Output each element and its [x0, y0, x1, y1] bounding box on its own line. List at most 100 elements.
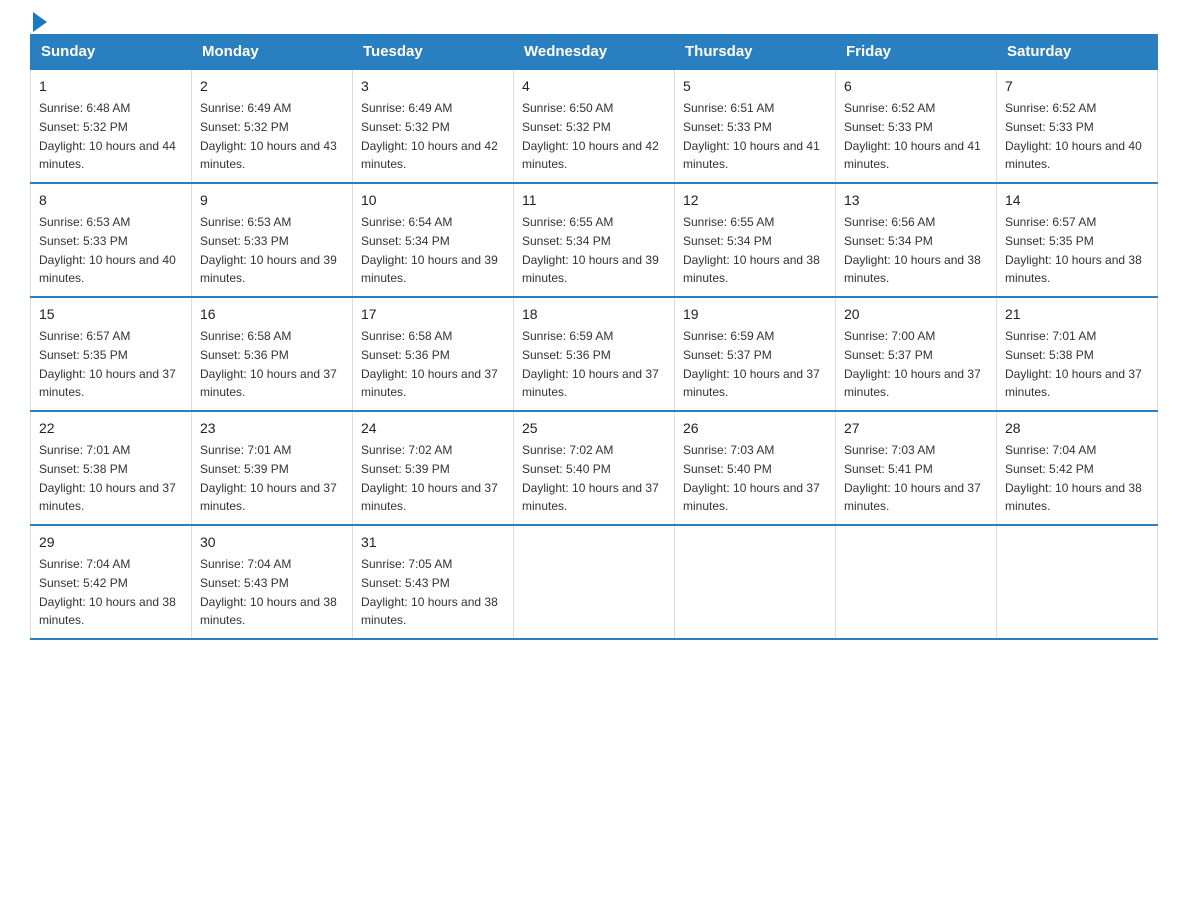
calendar-cell: 29Sunrise: 7:04 AMSunset: 5:42 PMDayligh…: [31, 525, 192, 639]
calendar-cell: 1 Sunrise: 6:48 AMSunset: 5:32 PMDaylight…: [31, 69, 192, 183]
day-header-wednesday: Wednesday: [514, 35, 675, 70]
day-number: 24: [361, 418, 505, 439]
day-info: Sunrise: 7:04 AMSunset: 5:42 PMDaylight:…: [1005, 443, 1142, 513]
calendar-cell: [514, 525, 675, 639]
day-number: 25: [522, 418, 666, 439]
calendar-cell: 7 Sunrise: 6:52 AMSunset: 5:33 PMDaylight…: [997, 69, 1158, 183]
calendar-cell: 2 Sunrise: 6:49 AMSunset: 5:32 PMDaylight…: [192, 69, 353, 183]
calendar-cell: 12 Sunrise: 6:55 AMSunset: 5:34 PMDayligh…: [675, 183, 836, 297]
day-header-thursday: Thursday: [675, 35, 836, 70]
day-number: 12: [683, 190, 827, 211]
calendar-cell: 4 Sunrise: 6:50 AMSunset: 5:32 PMDaylight…: [514, 69, 675, 183]
day-number: 28: [1005, 418, 1149, 439]
day-number: 26: [683, 418, 827, 439]
calendar-cell: 28 Sunrise: 7:04 AMSunset: 5:42 PMDayligh…: [997, 411, 1158, 525]
calendar-cell: 19 Sunrise: 6:59 AMSunset: 5:37 PMDayligh…: [675, 297, 836, 411]
calendar-cell: 30 Sunrise: 7:04 AMSunset: 5:43 PMDayligh…: [192, 525, 353, 639]
calendar-cell: 13 Sunrise: 6:56 AMSunset: 5:34 PMDayligh…: [836, 183, 997, 297]
day-info: Sunrise: 7:01 AMSunset: 5:39 PMDaylight:…: [200, 443, 337, 513]
day-info: Sunrise: 6:49 AMSunset: 5:32 PMDaylight:…: [361, 101, 498, 171]
calendar-cell: [836, 525, 997, 639]
day-number: 4: [522, 76, 666, 97]
day-number: 5: [683, 76, 827, 97]
day-number: 20: [844, 304, 988, 325]
day-number: 18: [522, 304, 666, 325]
calendar-cell: 23 Sunrise: 7:01 AMSunset: 5:39 PMDayligh…: [192, 411, 353, 525]
day-info: Sunrise: 6:55 AMSunset: 5:34 PMDaylight:…: [522, 215, 659, 285]
day-number: 9: [200, 190, 344, 211]
day-header-tuesday: Tuesday: [353, 35, 514, 70]
day-info: Sunrise: 7:04 AMSunset: 5:43 PMDaylight:…: [200, 557, 337, 627]
day-number: 11: [522, 190, 666, 211]
day-info: Sunrise: 7:02 AMSunset: 5:40 PMDaylight:…: [522, 443, 659, 513]
calendar-cell: [997, 525, 1158, 639]
day-info: Sunrise: 6:48 AMSunset: 5:32 PMDaylight:…: [39, 101, 176, 171]
day-number: 22: [39, 418, 183, 439]
day-info: Sunrise: 7:00 AMSunset: 5:37 PMDaylight:…: [844, 329, 981, 399]
day-info: Sunrise: 7:04 AMSunset: 5:42 PMDaylight:…: [39, 557, 176, 627]
page-header: [30, 20, 1158, 24]
calendar-cell: 26Sunrise: 7:03 AMSunset: 5:40 PMDayligh…: [675, 411, 836, 525]
calendar-cell: 27Sunrise: 7:03 AMSunset: 5:41 PMDayligh…: [836, 411, 997, 525]
calendar-cell: 10Sunrise: 6:54 AMSunset: 5:34 PMDayligh…: [353, 183, 514, 297]
calendar-cell: 21 Sunrise: 7:01 AMSunset: 5:38 PMDayligh…: [997, 297, 1158, 411]
day-number: 1: [39, 76, 183, 97]
day-info: Sunrise: 6:55 AMSunset: 5:34 PMDaylight:…: [683, 215, 820, 285]
day-number: 31: [361, 532, 505, 553]
calendar-cell: 6Sunrise: 6:52 AMSunset: 5:33 PMDaylight…: [836, 69, 997, 183]
calendar-cell: 11 Sunrise: 6:55 AMSunset: 5:34 PMDayligh…: [514, 183, 675, 297]
day-info: Sunrise: 6:57 AMSunset: 5:35 PMDaylight:…: [1005, 215, 1142, 285]
day-info: Sunrise: 6:54 AMSunset: 5:34 PMDaylight:…: [361, 215, 498, 285]
day-info: Sunrise: 7:03 AMSunset: 5:41 PMDaylight:…: [844, 443, 981, 513]
calendar-cell: 22 Sunrise: 7:01 AMSunset: 5:38 PMDayligh…: [31, 411, 192, 525]
calendar-cell: 16Sunrise: 6:58 AMSunset: 5:36 PMDayligh…: [192, 297, 353, 411]
calendar-cell: 14 Sunrise: 6:57 AMSunset: 5:35 PMDayligh…: [997, 183, 1158, 297]
calendar-cell: 17 Sunrise: 6:58 AMSunset: 5:36 PMDayligh…: [353, 297, 514, 411]
day-number: 13: [844, 190, 988, 211]
calendar-cell: 24 Sunrise: 7:02 AMSunset: 5:39 PMDayligh…: [353, 411, 514, 525]
day-number: 30: [200, 532, 344, 553]
day-info: Sunrise: 6:49 AMSunset: 5:32 PMDaylight:…: [200, 101, 337, 171]
calendar-cell: 18 Sunrise: 6:59 AMSunset: 5:36 PMDayligh…: [514, 297, 675, 411]
calendar-cell: 8Sunrise: 6:53 AMSunset: 5:33 PMDaylight…: [31, 183, 192, 297]
calendar-week-row: 8Sunrise: 6:53 AMSunset: 5:33 PMDaylight…: [31, 183, 1158, 297]
day-header-friday: Friday: [836, 35, 997, 70]
day-header-monday: Monday: [192, 35, 353, 70]
calendar-cell: 20 Sunrise: 7:00 AMSunset: 5:37 PMDayligh…: [836, 297, 997, 411]
day-number: 17: [361, 304, 505, 325]
day-info: Sunrise: 7:01 AMSunset: 5:38 PMDaylight:…: [1005, 329, 1142, 399]
calendar-cell: [675, 525, 836, 639]
day-info: Sunrise: 6:59 AMSunset: 5:36 PMDaylight:…: [522, 329, 659, 399]
day-info: Sunrise: 7:02 AMSunset: 5:39 PMDaylight:…: [361, 443, 498, 513]
calendar-week-row: 22 Sunrise: 7:01 AMSunset: 5:38 PMDayligh…: [31, 411, 1158, 525]
day-info: Sunrise: 6:58 AMSunset: 5:36 PMDaylight:…: [200, 329, 337, 399]
calendar-cell: 5Sunrise: 6:51 AMSunset: 5:33 PMDaylight…: [675, 69, 836, 183]
day-info: Sunrise: 6:52 AMSunset: 5:33 PMDaylight:…: [1005, 101, 1142, 171]
day-number: 6: [844, 76, 988, 97]
day-number: 2: [200, 76, 344, 97]
day-number: 19: [683, 304, 827, 325]
day-info: Sunrise: 6:58 AMSunset: 5:36 PMDaylight:…: [361, 329, 498, 399]
calendar-cell: 25 Sunrise: 7:02 AMSunset: 5:40 PMDayligh…: [514, 411, 675, 525]
day-number: 7: [1005, 76, 1149, 97]
day-info: Sunrise: 6:50 AMSunset: 5:32 PMDaylight:…: [522, 101, 659, 171]
day-number: 23: [200, 418, 344, 439]
day-info: Sunrise: 6:56 AMSunset: 5:34 PMDaylight:…: [844, 215, 981, 285]
day-info: Sunrise: 6:59 AMSunset: 5:37 PMDaylight:…: [683, 329, 820, 399]
day-number: 14: [1005, 190, 1149, 211]
logo-arrow-icon: [33, 12, 47, 32]
calendar-cell: 9Sunrise: 6:53 AMSunset: 5:33 PMDaylight…: [192, 183, 353, 297]
calendar-week-row: 29Sunrise: 7:04 AMSunset: 5:42 PMDayligh…: [31, 525, 1158, 639]
day-info: Sunrise: 6:53 AMSunset: 5:33 PMDaylight:…: [39, 215, 176, 285]
calendar-header-row: SundayMondayTuesdayWednesdayThursdayFrid…: [31, 35, 1158, 70]
day-header-sunday: Sunday: [31, 35, 192, 70]
day-info: Sunrise: 7:05 AMSunset: 5:43 PMDaylight:…: [361, 557, 498, 627]
calendar-week-row: 1 Sunrise: 6:48 AMSunset: 5:32 PMDaylight…: [31, 69, 1158, 183]
calendar-table: SundayMondayTuesdayWednesdayThursdayFrid…: [30, 34, 1158, 640]
calendar-cell: 15Sunrise: 6:57 AMSunset: 5:35 PMDayligh…: [31, 297, 192, 411]
day-number: 21: [1005, 304, 1149, 325]
calendar-week-row: 15Sunrise: 6:57 AMSunset: 5:35 PMDayligh…: [31, 297, 1158, 411]
day-info: Sunrise: 7:01 AMSunset: 5:38 PMDaylight:…: [39, 443, 176, 513]
calendar-cell: 3 Sunrise: 6:49 AMSunset: 5:32 PMDaylight…: [353, 69, 514, 183]
day-number: 3: [361, 76, 505, 97]
